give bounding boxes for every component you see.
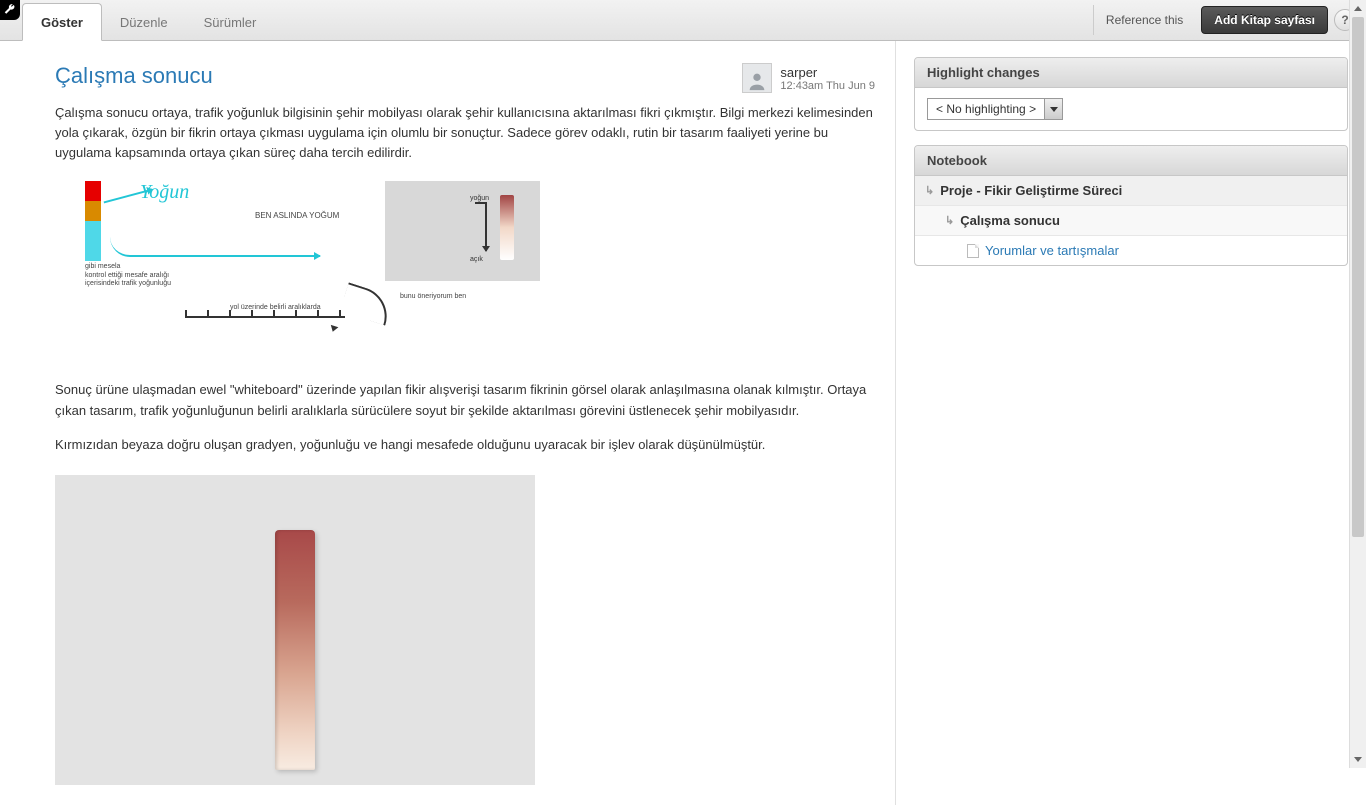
hierarchy-arrow-icon: ↳ — [925, 184, 934, 197]
notebook-item-label: Yorumlar ve tartışmalar — [985, 243, 1119, 258]
tab-versions[interactable]: Sürümler — [186, 4, 275, 40]
gradient-render — [55, 475, 535, 785]
color-bar — [85, 181, 101, 261]
content-column: sarper 12:43am Thu Jun 9 Çalışma sonucu … — [0, 41, 896, 805]
notebook-item-label: Çalışma sonucu — [960, 213, 1060, 228]
highlight-select[interactable]: < No highlighting > — [927, 98, 1063, 120]
page-icon — [967, 244, 979, 258]
caption-panel-bottom: bunu öneriyorum ben — [400, 293, 466, 301]
add-page-button[interactable]: Add Kitap sayfası — [1201, 6, 1328, 34]
whiteboard-sketch: Yoğun gibi mesela kontrol ettiği mesafe … — [55, 181, 875, 356]
scroll-down-icon[interactable] — [1350, 751, 1366, 768]
hierarchy-arrow-icon: ↳ — [945, 214, 954, 227]
author-name[interactable]: sarper — [780, 65, 875, 80]
hand-arrow-long-icon — [110, 237, 320, 257]
notebook-item-project[interactable]: ↳ Proje - Fikir Geliştirme Süreci — [915, 176, 1347, 206]
highlight-panel: Highlight changes < No highlighting > — [914, 57, 1348, 131]
ruler-icon — [185, 316, 345, 318]
chevron-down-icon[interactable] — [1044, 99, 1062, 119]
paragraph-3: Kırmızıdan beyaza doğru oluşan gradyen, … — [55, 435, 875, 455]
label-acik: açık — [470, 256, 483, 263]
caption-left: gibi mesela kontrol ettiği mesafe aralığ… — [85, 263, 171, 288]
tab-strip: Göster Düzenle Sürümler — [22, 0, 274, 40]
caption-ruler: yol üzerinde belirli aralıklarda — [230, 304, 321, 312]
notebook-header: Notebook — [915, 146, 1347, 176]
scroll-thumb[interactable] — [1352, 17, 1364, 537]
wrench-icon[interactable] — [0, 0, 20, 20]
notebook-item-label: Proje - Fikir Geliştirme Süreci — [940, 183, 1122, 198]
scroll-up-icon[interactable] — [1350, 0, 1366, 17]
mini-gradient — [500, 195, 514, 260]
author-time: 12:43am Thu Jun 9 — [780, 80, 875, 92]
author-box: sarper 12:43am Thu Jun 9 — [742, 63, 875, 93]
vertical-scrollbar[interactable] — [1349, 0, 1366, 768]
notebook-item-current[interactable]: ↳ Çalışma sonucu — [915, 206, 1347, 236]
reference-this-link[interactable]: Reference this — [1093, 5, 1195, 35]
topbar-right: Reference this Add Kitap sayfası ? — [1093, 0, 1366, 40]
handwritten-label: Yoğun — [140, 181, 189, 204]
paragraph-2: Sonuç ürüne ulaşmadan ewel "whiteboard" … — [55, 380, 875, 420]
notebook-panel: Notebook ↳ Proje - Fikir Geliştirme Süre… — [914, 145, 1348, 266]
tab-show[interactable]: Göster — [22, 3, 102, 41]
curve-arrow-icon — [485, 203, 487, 251]
sidebar-column: Highlight changes < No highlighting > No… — [896, 41, 1366, 805]
caption-panel-top: BEN ASLINDA YOĞUM — [255, 211, 339, 221]
avatar — [742, 63, 772, 93]
ruler-arrow-icon — [340, 283, 395, 326]
topbar: Göster Düzenle Sürümler Reference this A… — [0, 0, 1366, 41]
paragraph-1: Çalışma sonucu ortaya, trafik yoğunluk b… — [55, 103, 875, 163]
tab-edit[interactable]: Düzenle — [102, 4, 186, 40]
gray-panel: yoğun açık — [385, 181, 540, 281]
notebook-item-comments[interactable]: Yorumlar ve tartışmalar — [915, 236, 1347, 265]
highlight-header: Highlight changes — [915, 58, 1347, 88]
gradient-pillar — [275, 530, 315, 770]
label-yogun: yoğun — [470, 195, 489, 202]
highlight-select-value: < No highlighting > — [928, 99, 1044, 119]
